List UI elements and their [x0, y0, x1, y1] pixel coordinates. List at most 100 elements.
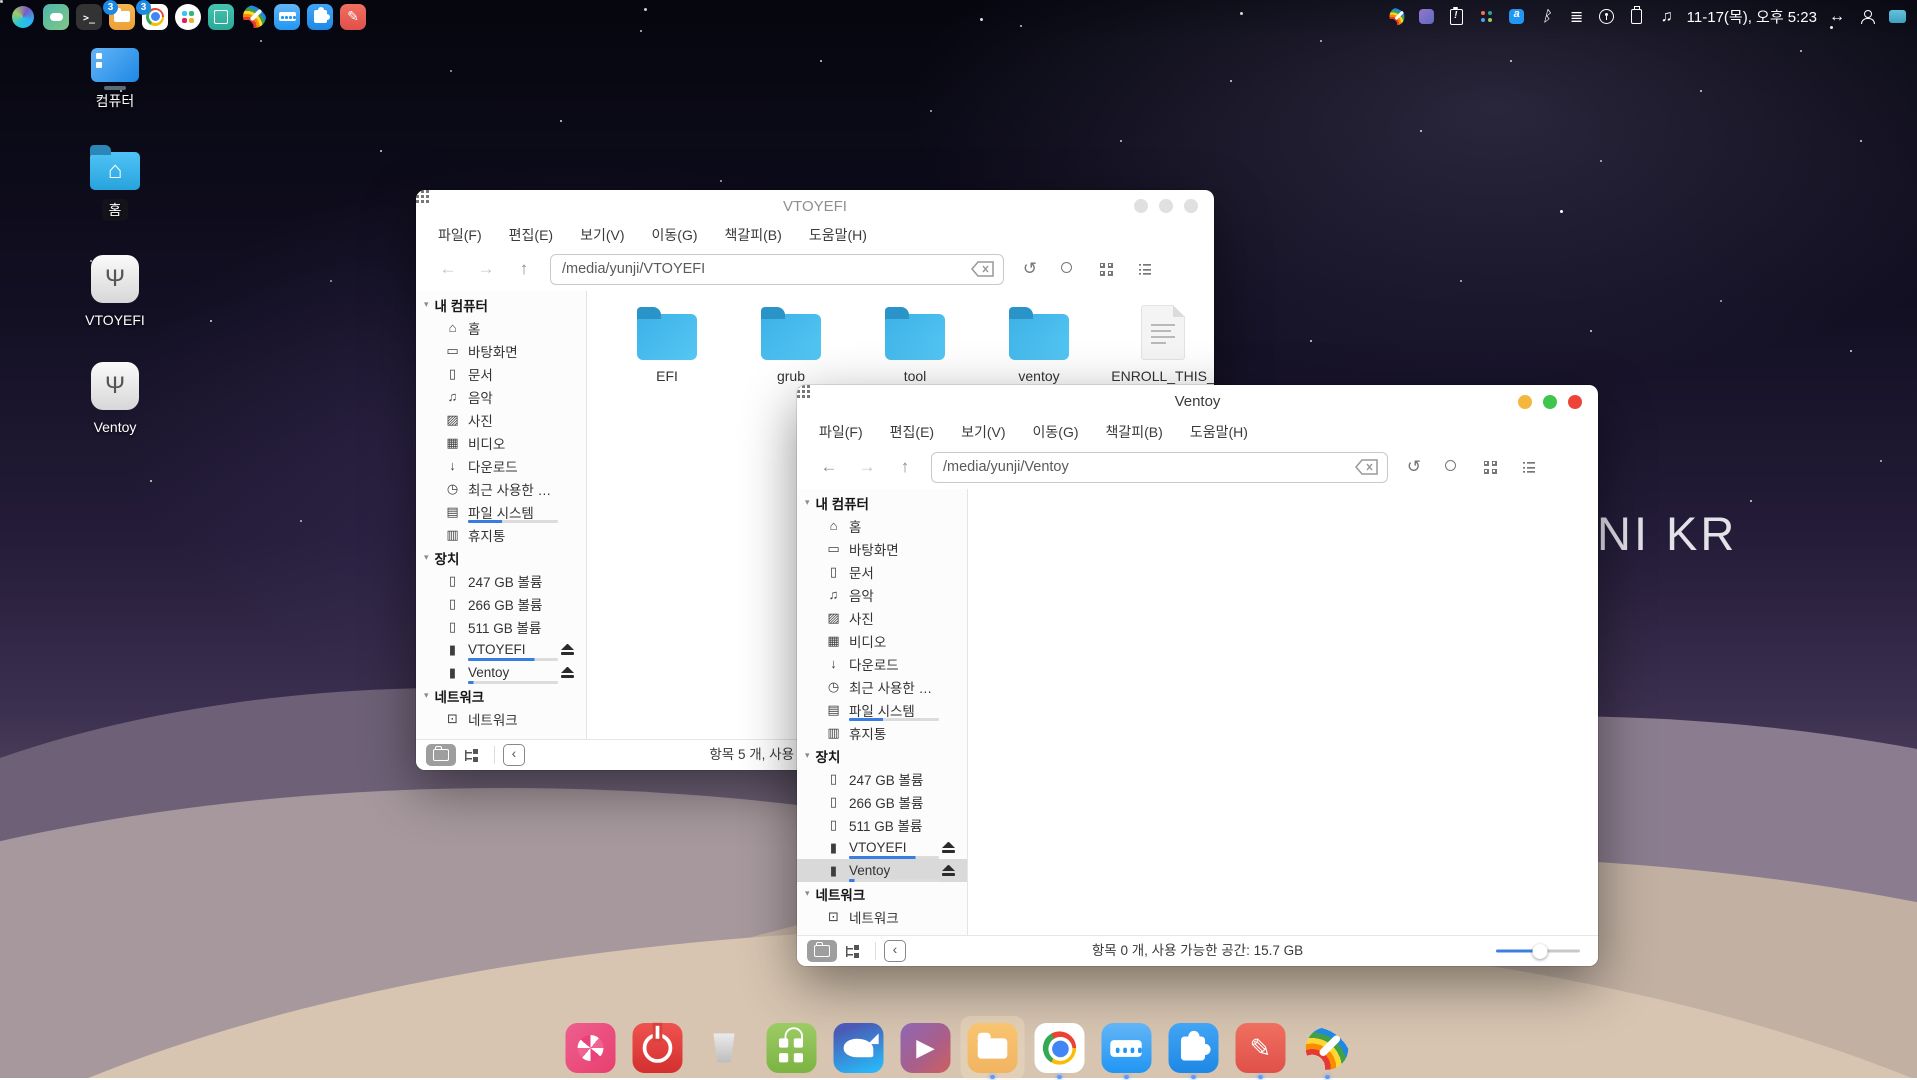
file-manager-icon[interactable] — [967, 1023, 1017, 1073]
whale-browser-icon[interactable] — [833, 1023, 883, 1073]
view-compact-icon[interactable] — [1554, 455, 1578, 479]
view-grid-icon[interactable] — [1094, 257, 1118, 281]
sidebar-item[interactable]: ▾ ▮ VTOYEFI — [416, 638, 586, 661]
up-button[interactable]: ↑ — [512, 259, 536, 279]
desktop-icon-home[interactable]: 홈 — [70, 145, 160, 221]
notes-icon[interactable] — [340, 4, 366, 30]
menu-item[interactable]: 책갈피(B) — [725, 225, 782, 245]
slack-icon[interactable] — [175, 4, 201, 30]
sidebar-item[interactable]: ▾ ♫ 음악 — [797, 583, 967, 606]
view-grid-icon[interactable] — [1478, 455, 1502, 479]
sidebar-item[interactable]: ▾ ↓ 다운로드 — [416, 454, 586, 477]
notes-icon[interactable] — [1235, 1023, 1285, 1073]
sidebar-item[interactable]: ▾ 장치 — [416, 546, 586, 569]
sidebar-item[interactable]: ▾ ▯ 문서 — [416, 362, 586, 385]
notes-tray-icon[interactable] — [1567, 6, 1587, 28]
sidebar-item[interactable]: ▾ ♫ 음악 — [416, 385, 586, 408]
zoom-slider-handle[interactable] — [1532, 944, 1547, 959]
sidebar-item[interactable]: ▾ ▯ 266 GB 볼륨 — [797, 790, 967, 813]
sidebar-item[interactable]: ▾ ▯ 247 GB 볼륨 — [797, 767, 967, 790]
sidebar-item[interactable]: ▾ ⊡ 네트워크 — [797, 905, 967, 928]
terminal-icon[interactable] — [76, 4, 102, 30]
sidebar-item[interactable]: ▾ ▮ Ventoy — [416, 661, 586, 684]
eject-icon[interactable] — [561, 667, 574, 678]
menu-item[interactable]: 도움말(H) — [1190, 422, 1248, 442]
eject-icon[interactable] — [942, 842, 955, 853]
sidebar-item[interactable]: ▾ 네트워크 — [797, 882, 967, 905]
EFI[interactable]: EFI — [605, 305, 729, 384]
refresh-icon[interactable] — [1018, 257, 1042, 281]
desktop-icon-vtoyefi[interactable]: VTOYEFI — [70, 255, 160, 328]
menu-item[interactable]: 이동(G) — [652, 225, 698, 245]
network-arrows-icon[interactable] — [1827, 6, 1847, 28]
eject-icon[interactable] — [561, 644, 574, 655]
forward-button[interactable]: → — [855, 457, 879, 477]
sidebar-item[interactable]: ▾ ▯ 511 GB 볼륨 — [416, 615, 586, 638]
paint-tray-icon[interactable] — [1387, 6, 1407, 28]
translator-tray-icon[interactable] — [1507, 6, 1527, 28]
user-icon[interactable] — [1857, 6, 1877, 28]
menu-item[interactable]: 책갈피(B) — [1106, 422, 1163, 442]
clear-icon[interactable] — [971, 261, 995, 277]
view-list-icon[interactable] — [1132, 257, 1156, 281]
close-button[interactable] — [1184, 199, 1198, 213]
bluetooth-icon[interactable] — [1537, 6, 1557, 28]
chrome-icon[interactable] — [1034, 1023, 1084, 1073]
sidebar-item[interactable]: ▾ ▦ 비디오 — [797, 629, 967, 652]
sidebar-item[interactable]: ▾ ▭ 바탕화면 — [797, 537, 967, 560]
sidebar-item[interactable]: ▾ ▦ 비디오 — [416, 431, 586, 454]
app-store-icon[interactable] — [766, 1023, 816, 1073]
clear-icon[interactable] — [1355, 459, 1379, 475]
sidebar-item[interactable]: ▾ ▭ 바탕화면 — [416, 339, 586, 362]
grub[interactable]: grub — [729, 305, 853, 384]
menu-item[interactable]: 보기(V) — [580, 225, 624, 245]
file-manager-icon[interactable]: 3 — [109, 4, 135, 30]
purple-app-tray-icon[interactable] — [1417, 6, 1437, 28]
maximize-button[interactable] — [1159, 199, 1173, 213]
trash-icon[interactable] — [699, 1023, 749, 1073]
display-icon[interactable] — [1887, 6, 1907, 28]
back-button[interactable]: ← — [817, 457, 841, 477]
search-icon[interactable] — [1440, 455, 1464, 479]
clipboard-tray-icon[interactable] — [1447, 6, 1467, 28]
security-tray-icon[interactable] — [1597, 6, 1617, 28]
sidebar-item[interactable]: ▾ ◷ 최근 사용한 … — [416, 477, 586, 500]
sidebar-item[interactable]: ▾ ⌂ 홈 — [797, 514, 967, 537]
address-bar[interactable]: /media/yunji/VTOYEFI — [550, 254, 1004, 285]
puzzle-app-icon[interactable] — [1168, 1023, 1218, 1073]
titlebar[interactable]: Ventoy — [797, 385, 1598, 419]
back-button[interactable]: ← — [436, 259, 460, 279]
video-player-icon[interactable] — [900, 1023, 950, 1073]
sidebar-item[interactable]: ▾ ▯ 266 GB 볼륨 — [416, 592, 586, 615]
sidebar-item[interactable]: ▾ 네트워크 — [416, 684, 586, 707]
menu-item[interactable]: 이동(G) — [1033, 422, 1079, 442]
menu-item[interactable]: 편집(E) — [890, 422, 934, 442]
sidebar-item[interactable]: ▾ ⌂ 홈 — [416, 316, 586, 339]
up-button[interactable]: ↑ — [893, 457, 917, 477]
puzzle-app-icon[interactable] — [307, 4, 333, 30]
menu-item[interactable]: 파일(F) — [819, 422, 863, 442]
sidebar-item[interactable]: ▾ ▯ 문서 — [797, 560, 967, 583]
sidebar-item[interactable]: ▾ ▤ 파일 시스템 — [797, 698, 967, 721]
green-app-icon[interactable] — [43, 4, 69, 30]
menu-item[interactable]: 파일(F) — [438, 225, 482, 245]
sidebar-item[interactable]: ▾ ▥ 휴지통 — [416, 523, 586, 546]
paint-tool-icon[interactable] — [1302, 1023, 1352, 1073]
sidebar-item[interactable]: ▾ ⊡ 네트워크 — [416, 707, 586, 730]
refresh-icon[interactable] — [1402, 455, 1426, 479]
sidebar-item[interactable]: ▾ 내 컴퓨터 — [416, 293, 586, 316]
sidebar-item[interactable]: ▾ ◷ 최근 사용한 … — [797, 675, 967, 698]
chrome-icon[interactable]: 3 — [142, 4, 168, 30]
usb-tray-icon[interactable] — [1627, 6, 1647, 28]
sidebar-item[interactable]: ▾ ▤ 파일 시스템 — [416, 500, 586, 523]
messenger-icon[interactable] — [1101, 1023, 1151, 1073]
desktop-icon-ventoy[interactable]: Ventoy — [70, 362, 160, 435]
address-bar[interactable]: /media/yunji/Ventoy — [931, 452, 1388, 483]
menu-item[interactable]: 보기(V) — [961, 422, 1005, 442]
forward-button[interactable]: → — [474, 259, 498, 279]
desktop-icon-computer[interactable]: 컴퓨터 — [70, 48, 160, 111]
messenger-icon[interactable] — [274, 4, 300, 30]
tool[interactable]: tool — [853, 305, 977, 384]
search-icon[interactable] — [1056, 257, 1080, 281]
sidebar-item[interactable]: ▾ 장치 — [797, 744, 967, 767]
